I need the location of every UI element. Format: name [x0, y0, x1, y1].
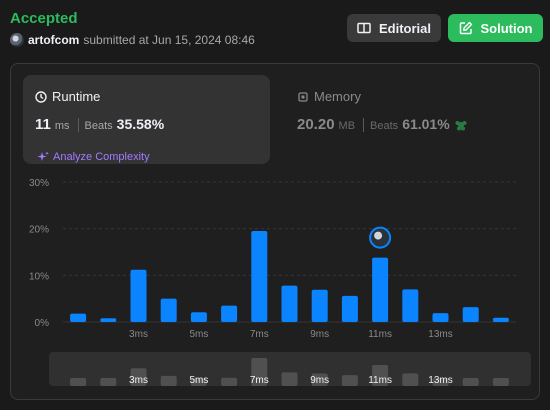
x-tick-label: 13ms — [428, 329, 452, 340]
x-tick-label: 9ms — [310, 329, 329, 340]
chart-bar[interactable] — [251, 231, 268, 322]
chart-bar[interactable] — [492, 317, 509, 322]
runtime-distribution-chart: 0% 10% 20% 30% 3ms 5ms 7ms 9ms 11ms 13ms 3ms 5ms 7ms… — [29, 178, 531, 386]
chart-bar[interactable] — [190, 312, 207, 322]
chart-bar[interactable] — [100, 318, 117, 322]
chart-bar[interactable] — [160, 298, 177, 322]
avatar-highlight — [374, 231, 383, 240]
x-tick-label: 5ms — [189, 329, 208, 340]
submitted-time: submitted at Jun 15, 2024 08:46 — [83, 33, 255, 47]
navigator-bar — [281, 372, 298, 386]
navigator-bar — [341, 375, 358, 386]
chart-bar[interactable] — [372, 257, 389, 322]
solution-button[interactable]: Solution — [448, 14, 543, 42]
chart-bar[interactable] — [432, 313, 449, 322]
navigator-tick-label: 11ms — [368, 375, 392, 386]
y-tick-label: 20% — [29, 225, 49, 236]
submission-header: Accepted artofcom submitted at Jun 15, 2… — [0, 0, 550, 56]
status-title: Accepted — [10, 10, 78, 27]
x-tick-label: 7ms — [250, 329, 269, 340]
navigator-bar — [402, 373, 419, 386]
navigator-tick-label: 7ms — [250, 375, 269, 386]
edit-icon — [459, 21, 472, 35]
book-icon — [357, 22, 371, 34]
x-tick-label: 3ms — [129, 329, 148, 340]
x-tick-label: 11ms — [368, 329, 392, 340]
navigator-tick-label: 13ms — [428, 375, 452, 386]
chart-bar[interactable] — [281, 285, 298, 322]
navigator-bar — [160, 375, 177, 386]
navigator-bar — [221, 377, 238, 386]
navigator-bar — [70, 378, 87, 386]
y-tick-label: 30% — [29, 178, 49, 189]
navigator-tick-label: 5ms — [189, 375, 208, 386]
navigator-bar — [492, 378, 509, 386]
navigator-bar — [100, 378, 117, 386]
y-tick-label: 10% — [29, 271, 49, 282]
chart-bar[interactable] — [70, 313, 87, 322]
y-tick-label: 0% — [35, 318, 50, 329]
chart-bar[interactable] — [130, 269, 147, 322]
navigator-tick-label: 3ms — [129, 375, 148, 386]
chart-bar[interactable] — [462, 307, 479, 322]
editorial-label: Editorial — [378, 20, 431, 36]
navigator-bar — [462, 378, 479, 386]
chart-bar[interactable] — [221, 305, 238, 322]
chart-bar[interactable] — [311, 289, 328, 322]
navigator-tick-label: 9ms — [310, 375, 329, 386]
user-avatar[interactable] — [10, 33, 24, 47]
chart-bar[interactable] — [402, 289, 419, 322]
username-link[interactable]: artofcom — [28, 33, 79, 47]
solution-label: Solution — [480, 20, 533, 36]
chart-bar[interactable] — [341, 295, 358, 322]
result-panel: Runtime 11 ms Beats 35.58% Analyze Compl… — [10, 63, 540, 400]
submitter-line: artofcom submitted at Jun 15, 2024 08:46 — [10, 33, 255, 47]
editorial-button[interactable]: Editorial — [347, 14, 441, 42]
